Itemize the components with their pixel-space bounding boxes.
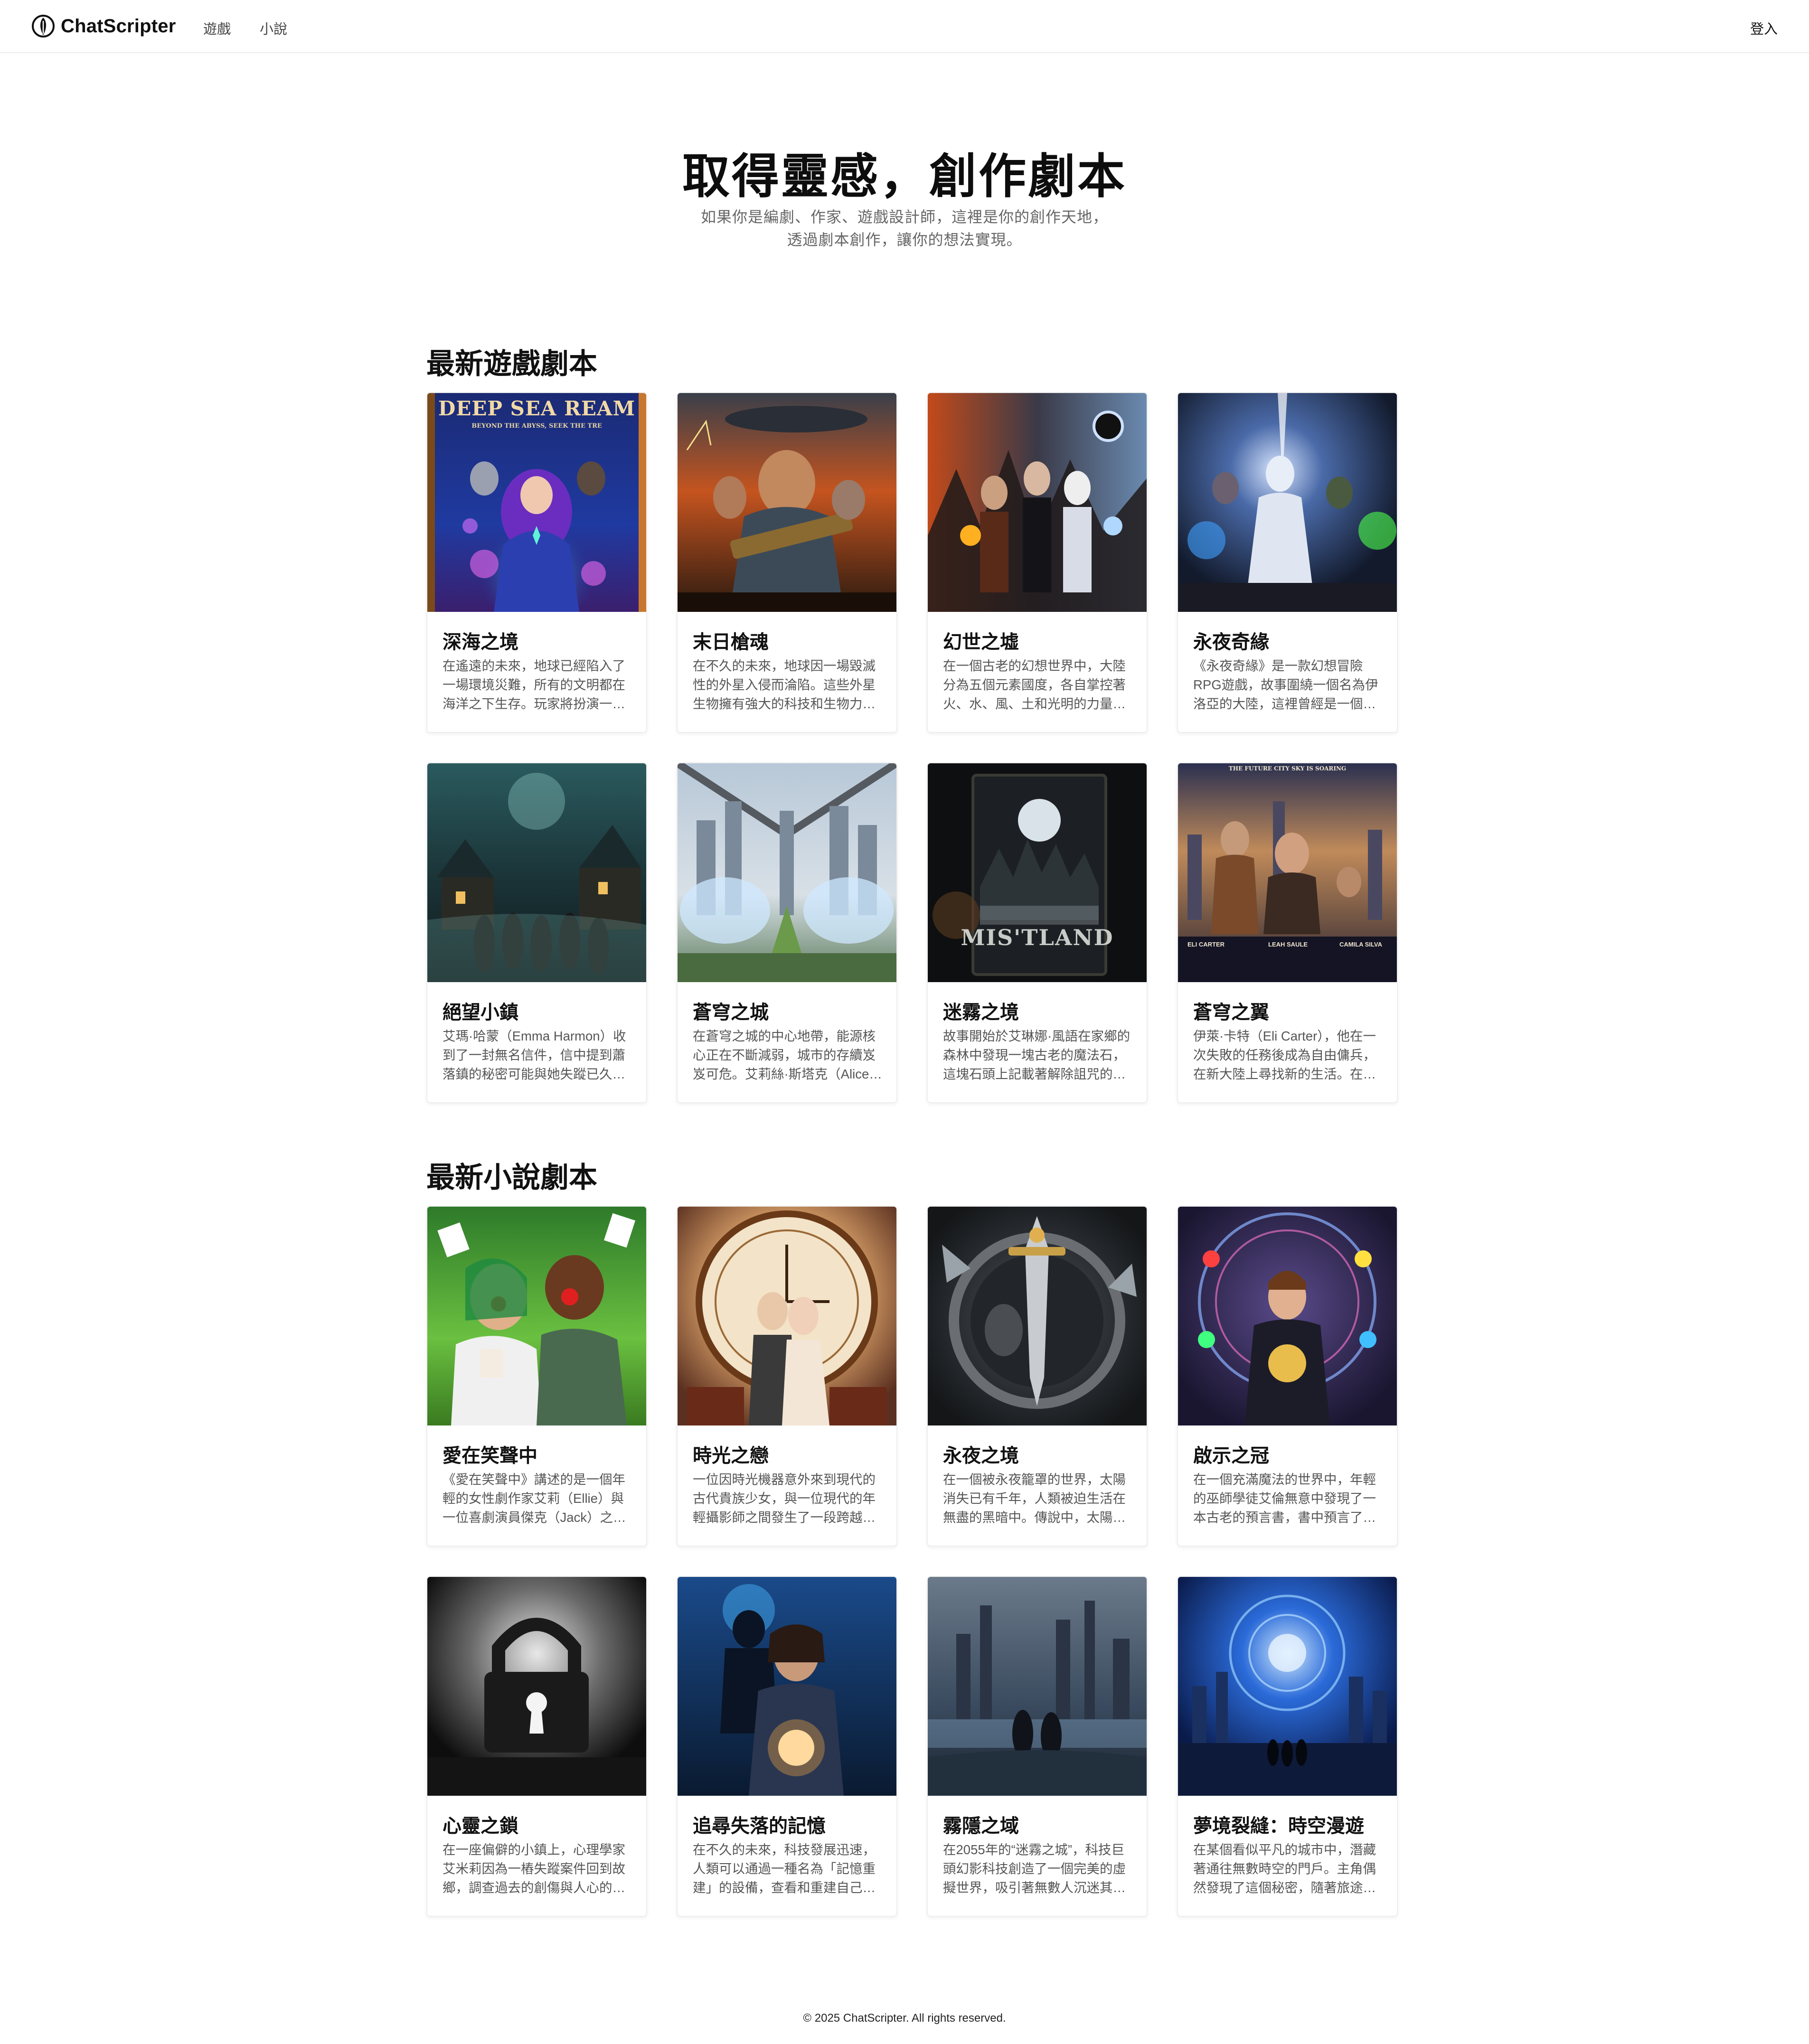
game-card-eternal-night-romance[interactable]: 永夜奇緣 《永夜奇緣》是一款幻想冒險RPG遊戲，故事圍繞一個名為伊洛亞的大陸，這… [1177,392,1398,733]
card-cover-image [678,1207,896,1425]
card-title: 時光之戀 [693,1445,769,1467]
card-description: 在遙遠的未來，地球已經陷入了一場環境災難，所有的文明都在海洋之下生存。玩家將扮演… [443,658,625,711]
login-link[interactable]: 登入 [1750,18,1778,38]
card-description: 在2055年的“迷霧之城”，科技巨頭幻影科技創造了一個完美的虛擬世界，吸引著無數… [943,1842,1126,1895]
novel-card-eternal-night-realm[interactable]: 永夜之境 在一個被永夜籠罩的世界，太陽消失已有千年，人類被迫生活在無盡的黑暗中。… [927,1206,1148,1547]
card-description: 《永夜奇緣》是一款幻想冒險RPG遊戲，故事圍繞一個名為伊洛亞的大陸，這裡曾經是一… [1193,658,1378,711]
card-description: 在一個充滿魔法的世界中，年輕的巫師學徒艾倫無意中發現了一本古老的預言書，書中預言… [1193,1472,1376,1525]
brand-name: ChatScripter [61,15,176,37]
quill-logo-icon [32,15,55,38]
cover-name-1: ELI CARTER [1187,941,1225,948]
section-title-games: 最新遊戲劇本 [426,347,597,381]
hero-subtitle-line-1: 如果你是編劇、作家、遊戲設計師，這裡是你的創作天地， [700,208,1108,225]
novel-card-mind-lock[interactable]: 心靈之鎖 在一座偏僻的小鎮上，心理學家艾米莉因為一樁失蹤案件回到故鄉，調查過去的… [426,1576,647,1917]
card-title: 夢境裂縫：時空漫遊 [1193,1815,1364,1837]
novel-card-dream-rift[interactable]: 夢境裂縫：時空漫遊 在某個看似平凡的城市中，潛藏著通往無數時空的門戶。主角偶然發… [1177,1576,1398,1917]
card-title: 蒼穹之城 [693,1002,769,1023]
card-title: 末日槍魂 [693,631,769,653]
card-title: 蒼穹之翼 [1193,1002,1269,1023]
card-title: 永夜之境 [943,1445,1019,1467]
card-cover-image [427,1207,646,1425]
cover-title-text: MIS'TLAND [961,925,1114,950]
card-title: 愛在笑聲中 [443,1445,537,1467]
card-cover-image [1178,1577,1397,1796]
card-title: 心靈之鎖 [443,1815,518,1837]
novel-card-time-love[interactable]: 時光之戀 一位因時光機器意外來到現代的古代貴族少女，與一位現代的年輕攝影師之間發… [677,1206,897,1547]
game-card-deep-sea[interactable]: DEEP SEA REAM BEYOND THE ABYSS, SEEK THE… [426,392,647,733]
novel-card-mist-domain[interactable]: 霧隱之域 在2055年的“迷霧之城”，科技巨頭幻影科技創造了一個完美的虛擬世界，… [927,1576,1148,1917]
card-description: 在某個看似平凡的城市中，潛藏著通往無數時空的門戶。主角偶然發現了這個秘密，隨著旅… [1193,1842,1376,1895]
novel-card-crown-of-revelation[interactable]: 啟示之冠 在一個充滿魔法的世界中，年輕的巫師學徒艾倫無意中發現了一本古老的預言書… [1177,1206,1398,1547]
hero-title: 取得靈感，創作劇本 [682,149,1127,204]
card-cover-image: THE FUTURE CITY SKY IS SOARING ELI CARTE… [1178,763,1397,982]
card-description: 在蒼穹之城的中心地帶，能源核心正在不斷減弱，城市的存續岌岌可危。艾莉絲·斯塔克（… [693,1029,876,1081]
card-cover-image: MIS'TLAND [928,763,1147,982]
card-title: 幻世之墟 [943,631,1019,653]
card-description: 在不久的未來，地球因一場毀滅性的外星入侵而淪陷。這些外星生物擁有強大的科技和生物… [693,658,876,711]
card-cover-image [928,1577,1147,1796]
card-description: 在不久的未來，科技發展迅速，人類可以通過一種名為「記憶重建」的設備，查看和重建自… [693,1842,876,1895]
card-title: 永夜奇緣 [1193,631,1269,653]
card-cover-image [928,1207,1147,1425]
card-title: 絕望小鎮 [443,1002,518,1023]
footer-copyright: © 2025 ChatScripter. All rights reserved… [803,2012,1006,2025]
card-cover-image [427,1577,646,1796]
cover-name-2: LEAH SAULE [1268,941,1308,948]
novel-card-lost-memory[interactable]: 追尋失落的記憶 在不久的未來，科技發展迅速，人類可以通過一種名為「記憶重建」的設… [677,1576,897,1917]
card-description: 在一個古老的幻想世界中，大陸分為五個元素國度，各自掌控著火、水、風、土和光明的力… [943,658,1126,711]
card-cover-image [427,763,646,982]
game-card-doomsday-gun[interactable]: 末日槍魂 在不久的未來，地球因一場毀滅性的外星入侵而淪陷。這些外星生物擁有強大的… [677,392,897,733]
card-description: 一位因時光機器意外來到現代的古代貴族少女，與一位現代的年輕攝影師之間發生了一段跨… [693,1472,876,1525]
card-cover-image [928,393,1147,612]
card-title: 深海之境 [443,631,518,653]
card-description: 在一座偏僻的小鎮上，心理學家艾米莉因為一樁失蹤案件回到故鄉，調查過去的創傷與人心… [443,1842,625,1895]
card-title: 啟示之冠 [1193,1445,1269,1467]
game-card-sky-wings[interactable]: THE FUTURE CITY SKY IS SOARING ELI CARTE… [1177,762,1398,1103]
cover-tagline-text: BEYOND THE ABYSS, SEEK THE TRE [471,422,602,430]
card-title: 霧隱之域 [943,1815,1019,1837]
game-card-sky-city[interactable]: 蒼穹之城 在蒼穹之城的中心地帶，能源核心正在不斷減弱，城市的存續岌岌可危。艾莉絲… [677,762,897,1103]
card-title: 迷霧之境 [943,1002,1019,1023]
nav-link-novels[interactable]: 小說 [260,18,287,38]
cover-tagline-text: THE FUTURE CITY SKY IS SOARING [1228,765,1347,772]
card-description: 伊萊·卡特（Eli Carter），他在一次失敗的任務後成為自由傭兵，在新大陸上… [1193,1029,1376,1081]
card-title: 追尋失落的記憶 [693,1815,826,1837]
top-navbar: ChatScripter 遊戲 小說 登入 [0,0,1809,53]
brand-logo-link[interactable]: ChatScripter [31,13,176,39]
card-cover-image: DEEP SEA REAM BEYOND THE ABYSS, SEEK THE… [427,393,646,612]
card-description: 在一個被永夜籠罩的世界，太陽消失已有千年，人類被迫生活在無盡的黑暗中。傳說中，太… [943,1472,1126,1525]
cover-title-text: DEEP SEA REAM [438,397,636,420]
game-card-despair-town[interactable]: 絕望小鎮 艾瑪·哈蒙（Emma Harmon）收到了一封無名信件，信中提到蕭落鎮… [426,762,647,1103]
card-cover-image [678,763,896,982]
card-cover-image [678,1577,896,1796]
card-description: 《愛在笑聲中》講述的是一個年輕的女性劇作家艾莉（Ellie）與一位喜劇演員傑克（… [443,1472,626,1525]
game-card-fantasy-ruins[interactable]: 幻世之墟 在一個古老的幻想世界中，大陸分為五個元素國度，各自掌控著火、水、風、土… [927,392,1148,733]
cover-name-3: CAMILA SILVA [1339,941,1383,948]
card-cover-image [678,393,896,612]
section-title-novels: 最新小說劇本 [426,1161,597,1194]
novel-card-love-in-laughter[interactable]: 愛在笑聲中 《愛在笑聲中》講述的是一個年輕的女性劇作家艾莉（Ellie）與一位喜… [426,1206,647,1547]
nav-link-games[interactable]: 遊戲 [203,18,231,38]
card-cover-image [1178,1207,1397,1425]
card-description: 故事開始於艾琳娜·風語在家鄉的森林中發現一塊古老的魔法石，這塊石頭上記載著解除詛… [943,1029,1131,1081]
hero-subtitle-line-2: 透過劇本創作，讓你的想法實現。 [787,231,1022,248]
game-card-mist-realm[interactable]: MIS'TLAND 迷霧之境 故事開始於艾琳娜·風語在家鄉的森林中發現一塊古老的… [927,762,1148,1103]
card-cover-image [1178,393,1397,612]
card-description: 艾瑪·哈蒙（Emma Harmon）收到了一封無名信件，信中提到蕭落鎮的秘密可能… [443,1029,626,1081]
